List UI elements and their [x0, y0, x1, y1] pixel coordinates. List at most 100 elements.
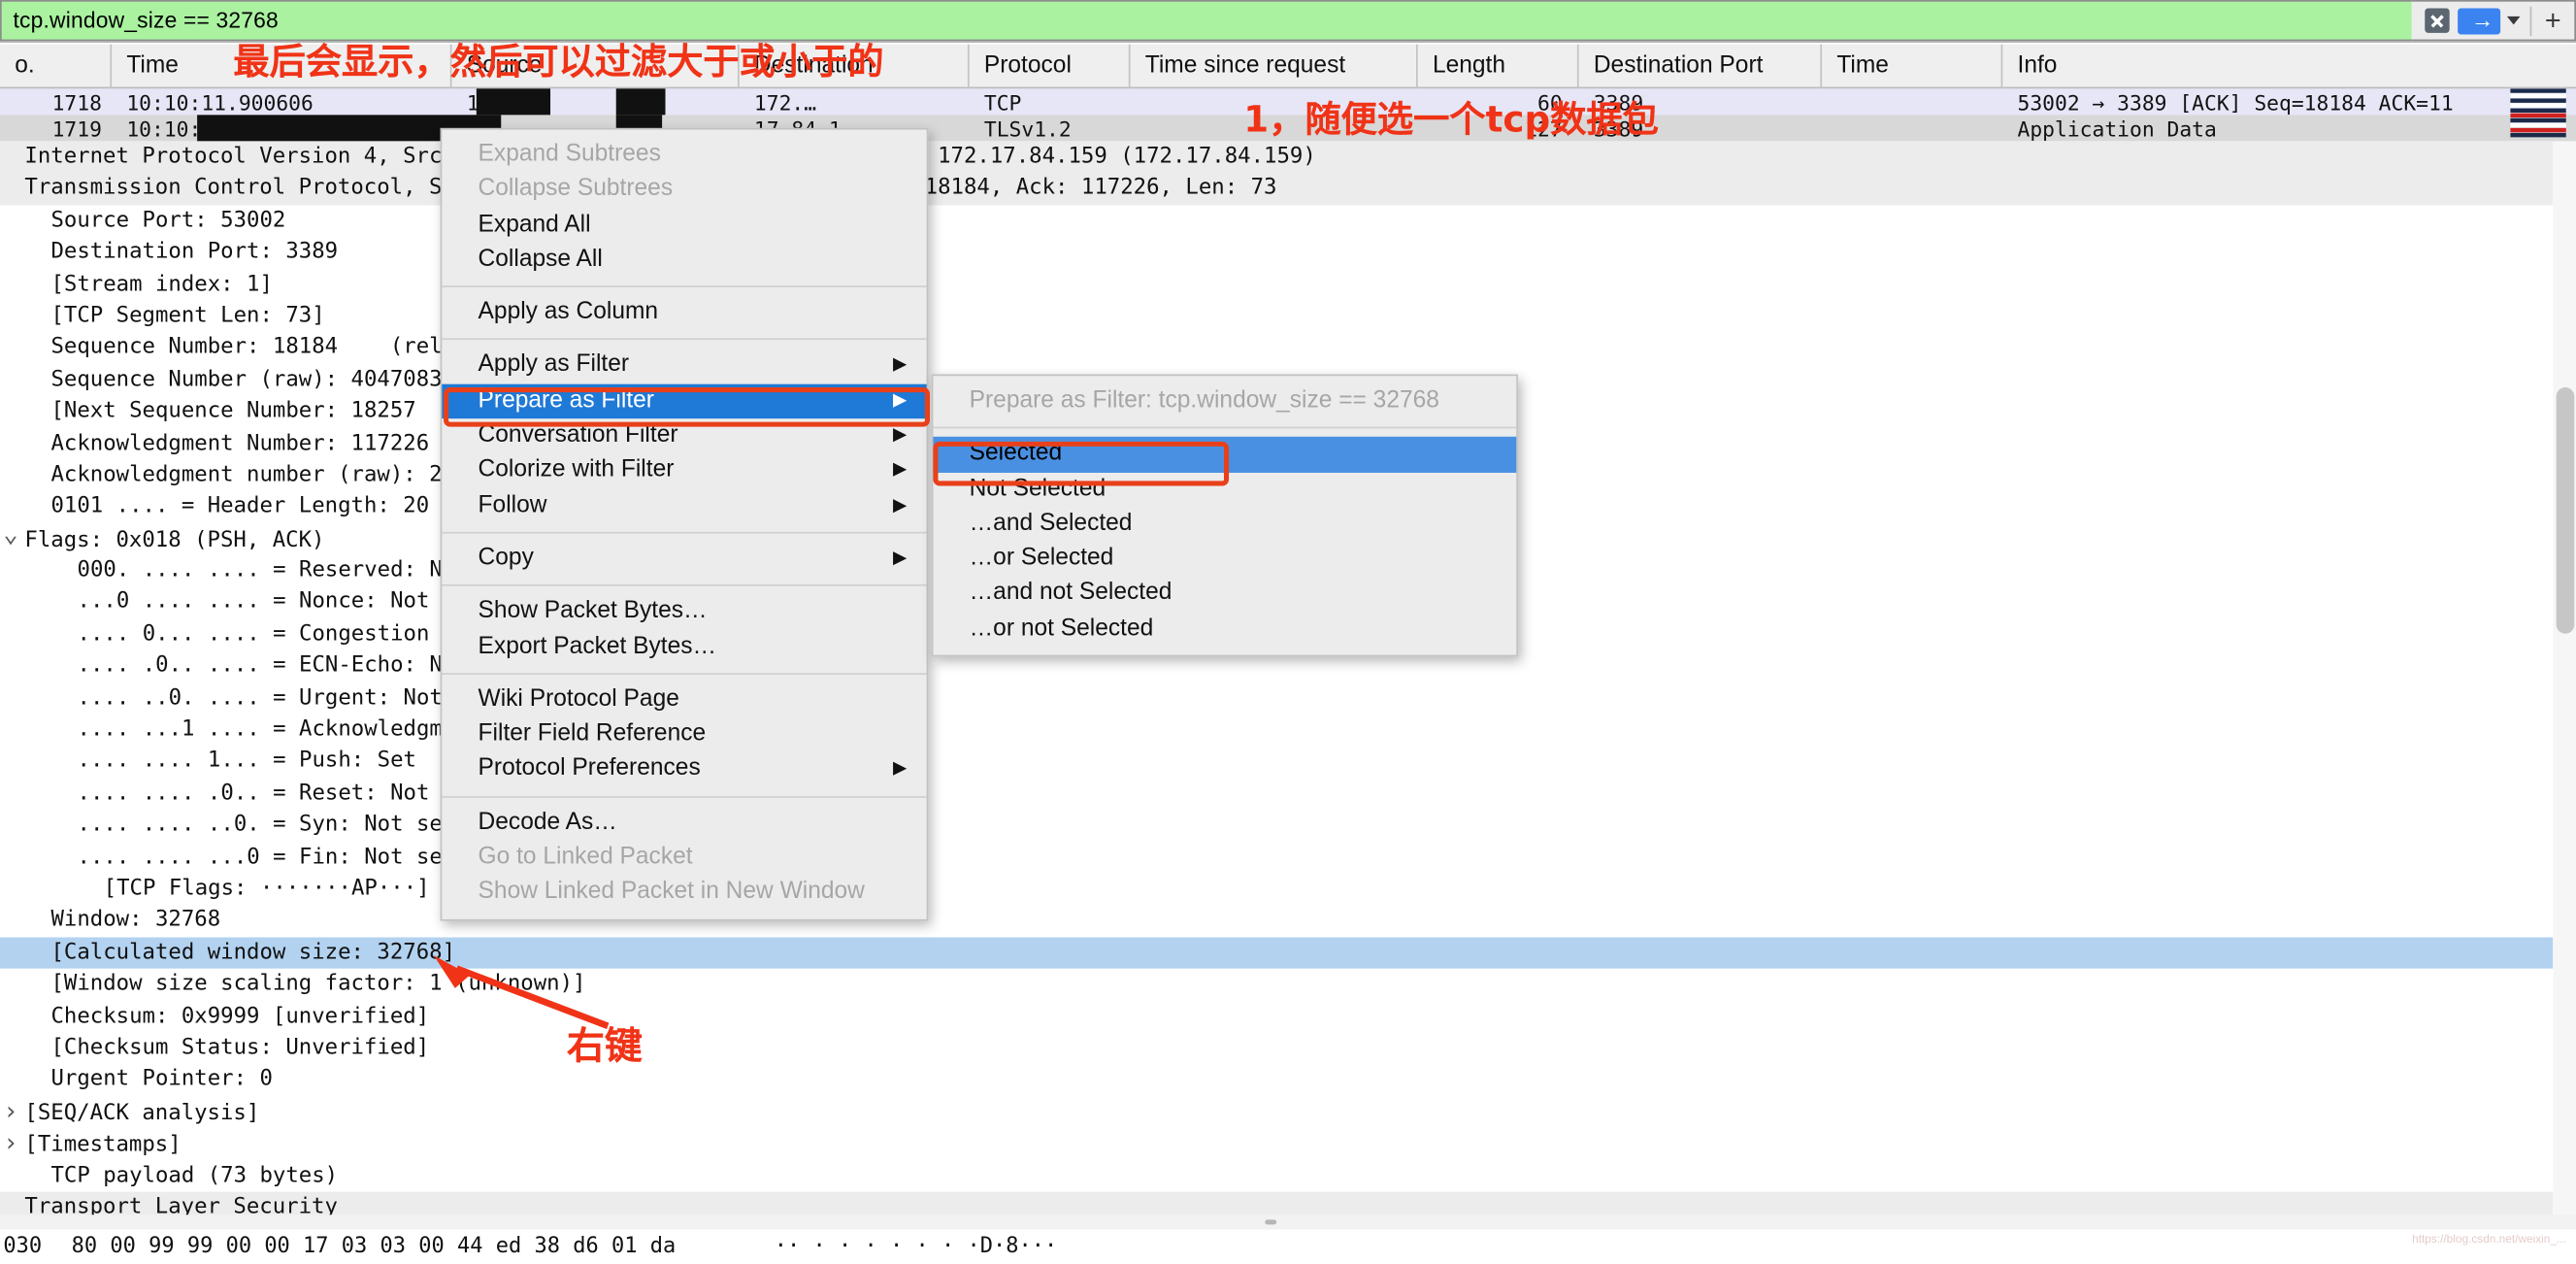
detail-tree-item[interactable]: Window: 32768 — [0, 905, 2553, 937]
menu-item-label: Show Linked Packet in New Window — [478, 879, 865, 906]
menu-item-label: Apply as Column — [478, 299, 659, 326]
detail-tree-label: [TCP Flags: ·······AP···] — [103, 876, 430, 902]
column-header-time2[interactable]: Time — [1822, 43, 2003, 88]
detail-tree-label: [Window size scaling factor: 1 (unknown)… — [50, 972, 586, 997]
detail-tree-item[interactable]: [SEQ/ACK analysis] — [0, 1096, 2553, 1128]
chevron-right-icon[interactable] — [3, 1096, 24, 1130]
menu-item[interactable]: Colorize with Filter ▶ — [442, 453, 926, 488]
menu-item-label: Collapse Subtrees — [478, 176, 674, 203]
cell-length: 127 — [1525, 116, 1563, 141]
detail-tree-item[interactable]: Urgent Pointer: 0 — [0, 1064, 2553, 1096]
submenu-item[interactable]: …or Selected — [933, 542, 1516, 577]
menu-item[interactable]: Wiki Protocol Page — [442, 682, 926, 717]
menu-item[interactable]: Show Packet Bytes… — [442, 595, 926, 630]
menu-item[interactable]: Conversation Filter ▶ — [442, 418, 926, 453]
detail-tree-item[interactable]: [Timestamps] — [0, 1128, 2553, 1160]
column-header-no[interactable]: o. — [0, 43, 113, 88]
packet-bytes-pane[interactable]: 030 80 00 99 99 00 00 17 03 03 00 44 ed … — [0, 1229, 2576, 1264]
display-filter-bar: tcp.window_size == 32768 + — [0, 0, 2576, 43]
detail-tree-item[interactable]: .... .... ..0. = Syn: Not set — [0, 810, 2553, 842]
menu-item[interactable]: Follow ▶ — [442, 488, 926, 523]
clear-filter-button[interactable] — [2415, 3, 2458, 39]
filter-bookmark-dropdown[interactable] — [2500, 3, 2526, 39]
add-filter-button[interactable]: + — [2535, 3, 2571, 39]
menu-item: Show Linked Packet in New Window — [442, 876, 926, 911]
context-menu[interactable]: Expand Subtrees Collapse Subtrees Expand A… — [440, 127, 929, 920]
detail-tree-item[interactable]: [Stream index: 1] — [0, 269, 2553, 301]
display-filter-input[interactable]: tcp.window_size == 32768 — [0, 0, 2412, 42]
detail-tree-item[interactable]: TCP payload (73 bytes) — [0, 1160, 2553, 1192]
detail-tree-item[interactable]: Transmission Control Protocol, Src Port:… — [0, 173, 2554, 205]
menu-item[interactable]: Apply as Filter ▶ — [442, 349, 926, 383]
pane-splitter[interactable] — [0, 1214, 2576, 1230]
menu-item[interactable]: Export Packet Bytes… — [442, 630, 926, 665]
detail-tree-item[interactable]: [TCP Segment Len: 73] — [0, 300, 2553, 332]
submenu-item[interactable]: …and not Selected — [933, 577, 1516, 612]
detail-tree-item[interactable]: [Window size scaling factor: 1 (unknown)… — [0, 969, 2553, 1001]
menu-item-label: Go to Linked Packet — [478, 844, 693, 871]
hex-ascii: ·· · · · · · · ·D·8··· — [774, 1234, 1058, 1259]
column-header-protocol[interactable]: Protocol — [970, 43, 1131, 88]
detail-tree-item[interactable]: Sequence Number: 18184 (relative sequenc… — [0, 332, 2553, 364]
detail-tree-label: ...0 .... .... = Nonce: Not set — [77, 589, 482, 615]
cell-no: 1719 — [51, 116, 102, 141]
chevron-right-icon[interactable] — [3, 1128, 24, 1162]
detail-tree-label: Sequence Number (raw): 404708321 — [50, 367, 469, 392]
detail-vertical-scrollbar[interactable] — [2553, 141, 2576, 1218]
menu-item[interactable]: Apply as Column — [442, 296, 926, 331]
detail-tree-item[interactable]: .... .... 1... = Push: Set — [0, 746, 2553, 778]
submenu-item[interactable]: …or not Selected — [933, 612, 1516, 647]
detail-tree-label: [Timestamps] — [24, 1132, 182, 1158]
menu-item[interactable]: Prepare as Filter ▶ — [442, 383, 927, 419]
detail-tree-item[interactable]: Checksum: 0x9999 [unverified] — [0, 1001, 2553, 1033]
menu-item-label: Show Packet Bytes… — [478, 597, 708, 624]
submenu-item[interactable]: Selected — [933, 437, 1517, 473]
intelligent-scrollbar — [2510, 88, 2566, 138]
detail-tree-item[interactable]: Source Port: 53002 — [0, 205, 2553, 237]
cell-destination-port: 3389 — [1593, 116, 1644, 141]
detail-tree-item[interactable]: .... .... ...0 = Fin: Not set — [0, 842, 2553, 874]
packet-detail-tree[interactable]: Internet Protocol Version 4, Src: 172.17… — [0, 141, 2554, 1218]
detail-tree-label: TCP payload (73 bytes) — [50, 1163, 339, 1188]
submenu-item-label: …or not Selected — [969, 615, 1154, 642]
column-header-source[interactable]: Source — [451, 43, 740, 88]
detail-tree-item[interactable]: [Calculated window size: 32768] — [0, 937, 2554, 969]
detail-tree-item[interactable]: [TCP Flags: ·······AP···] — [0, 874, 2553, 906]
menu-item[interactable]: Decode As… — [442, 806, 926, 841]
menu-separator — [442, 285, 927, 288]
column-header-destination-port[interactable]: Destination Port — [1579, 43, 1823, 88]
menu-item-label: Conversation Filter — [478, 421, 678, 449]
menu-item[interactable]: Collapse All — [442, 243, 926, 278]
menu-item[interactable]: Filter Field Reference — [442, 717, 926, 752]
submenu-item[interactable]: …and Selected — [933, 507, 1516, 542]
submenu-item-label: …and not Selected — [969, 580, 1172, 607]
column-header-info[interactable]: Info — [2002, 44, 2576, 88]
menu-item[interactable]: Protocol Preferences ▶ — [442, 752, 926, 787]
apply-filter-button[interactable] — [2458, 3, 2501, 39]
detail-tree-item[interactable]: [Checksum Status: Unverified] — [0, 1032, 2553, 1064]
detail-tree-item[interactable]: .... .... .0.. = Reset: Not set — [0, 778, 2553, 810]
submenu-item[interactable]: Not Selected — [933, 472, 1516, 507]
detail-tree-item[interactable]: .... ..0. .... = Urgent: Not set — [0, 682, 2553, 715]
scrollbar-thumb[interactable] — [2556, 387, 2575, 634]
menu-item[interactable]: Copy ▶ — [442, 542, 926, 577]
submenu-arrow-icon: ▶ — [892, 355, 908, 376]
menu-item[interactable]: Expand All — [442, 208, 926, 243]
table-row[interactable]: 1718 10:10:11.900606 172.… 172.… TCP 60 … — [0, 88, 2576, 116]
filter-buttons: + — [2411, 0, 2576, 42]
prepare-as-filter-submenu[interactable]: Prepare as Filter: tcp.window_size == 32… — [931, 374, 1518, 657]
watermark-text: https://blog.csdn.net/weixin_... — [2412, 1234, 2566, 1247]
detail-tree-item[interactable]: .... ...1 .... = Acknowledgment: Set — [0, 715, 2553, 747]
column-header-time[interactable]: Time — [112, 43, 452, 88]
column-header-time-since-request[interactable]: Time since request — [1131, 43, 1418, 88]
menu-item: Expand Subtrees — [442, 138, 926, 173]
detail-tree-item[interactable]: Destination Port: 3389 — [0, 237, 2553, 269]
menu-item-label: Colorize with Filter — [478, 456, 675, 483]
detail-tree-item[interactable]: Internet Protocol Version 4, Src: 172.17… — [0, 141, 2554, 174]
chevron-down-icon[interactable] — [3, 523, 24, 557]
column-header-length[interactable]: Length — [1418, 43, 1579, 88]
column-header-destination[interactable]: Destination — [740, 43, 970, 88]
submenu-item: Prepare as Filter: tcp.window_size == 32… — [933, 384, 1516, 419]
menu-separator — [442, 673, 927, 675]
menu-item-label: Expand Subtrees — [478, 141, 661, 168]
